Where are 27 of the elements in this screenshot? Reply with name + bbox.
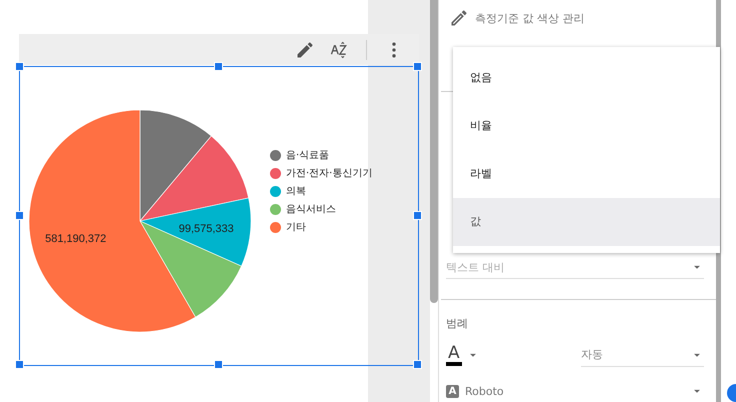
- legend-label: 음·식료품: [286, 149, 330, 162]
- menu-item[interactable]: 비율: [453, 102, 720, 150]
- menu-item[interactable]: 값: [453, 198, 720, 246]
- legend-label: 가전·전자·통신기기: [286, 167, 372, 180]
- legend-label: 의복: [286, 185, 306, 198]
- data-label: 99,575,333: [178, 222, 234, 235]
- data-label: 581,190,372: [45, 233, 106, 246]
- resize-handle[interactable]: [15, 62, 24, 71]
- legend-label: 기타: [286, 221, 306, 234]
- font-icon: A: [446, 384, 459, 398]
- size-select[interactable]: 자동: [581, 344, 704, 366]
- resize-handle[interactable]: [413, 62, 422, 71]
- resize-handle[interactable]: [413, 211, 422, 220]
- resize-handle[interactable]: [214, 360, 223, 369]
- legend-label: 음식서비스: [286, 203, 336, 216]
- font-select[interactable]: A Roboto: [446, 380, 704, 402]
- menu-item[interactable]: 라벨: [453, 150, 720, 198]
- text-color-button[interactable]: A: [446, 344, 480, 366]
- scrollbar[interactable]: [430, 0, 438, 303]
- resize-handle[interactable]: [15, 360, 24, 369]
- menu-item[interactable]: 없음: [453, 54, 720, 102]
- manage-colors-link[interactable]: 측정기준 값 색상 관리: [475, 10, 584, 26]
- resize-handle[interactable]: [413, 360, 422, 369]
- section-title: 범례: [445, 316, 469, 332]
- resize-handle[interactable]: [15, 211, 24, 220]
- resize-handle[interactable]: [214, 62, 223, 71]
- edit-icon[interactable]: [449, 8, 469, 28]
